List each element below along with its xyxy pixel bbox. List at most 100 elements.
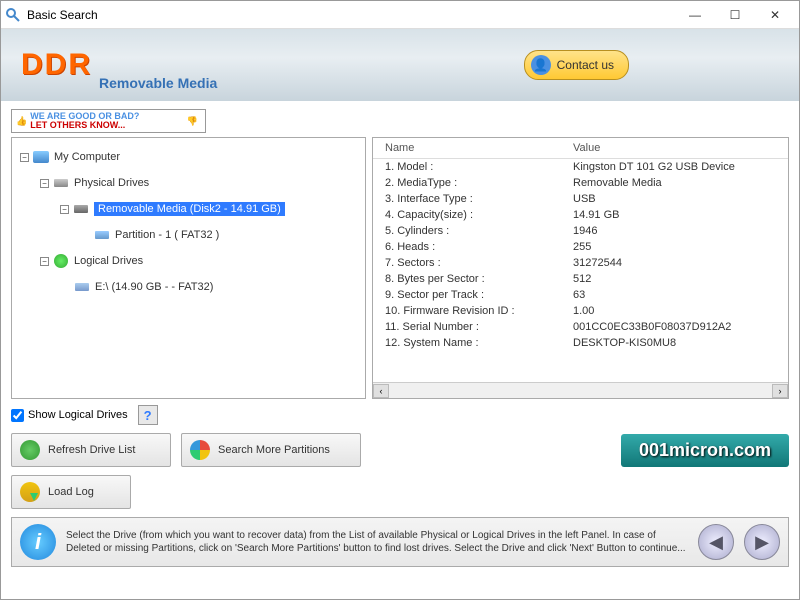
header-subtitle: Removable Media bbox=[99, 75, 217, 91]
prop-value: 255 bbox=[573, 241, 788, 253]
property-row[interactable]: 8. Bytes per Sector :512 bbox=[373, 271, 788, 287]
search-more-partitions-button[interactable]: Search More Partitions bbox=[181, 433, 361, 467]
back-button[interactable]: ◀ bbox=[698, 524, 734, 560]
tree-partition[interactable]: Partition - 1 ( FAT32 ) bbox=[94, 226, 357, 244]
button-label: Search More Partitions bbox=[218, 444, 330, 456]
tree-logical-drives[interactable]: − Logical Drives bbox=[40, 252, 357, 270]
property-row[interactable]: 4. Capacity(size) :14.91 GB bbox=[373, 207, 788, 223]
property-row[interactable]: 6. Heads :255 bbox=[373, 239, 788, 255]
prop-value: Removable Media bbox=[573, 177, 788, 189]
property-row[interactable]: 9. Sector per Track :63 bbox=[373, 287, 788, 303]
search-icon bbox=[190, 440, 210, 460]
load-log-button[interactable]: Load Log bbox=[11, 475, 131, 509]
prop-name: 9. Sector per Track : bbox=[385, 289, 573, 301]
prop-value: 001CC0EC33B0F08037D912A2 bbox=[573, 321, 788, 333]
feedback-line2: LET OTHERS KNOW... bbox=[30, 121, 139, 130]
property-row[interactable]: 7. Sectors :31272544 bbox=[373, 255, 788, 271]
properties-header: Name Value bbox=[373, 138, 788, 159]
arrow-left-icon: ◀ bbox=[709, 532, 723, 553]
logo-text: DDR bbox=[21, 48, 92, 82]
contact-us-button[interactable]: 👤 Contact us bbox=[524, 50, 629, 80]
person-icon: 👤 bbox=[531, 55, 551, 75]
prop-value: DESKTOP-KIS0MU8 bbox=[573, 337, 788, 349]
prop-name: 1. Model : bbox=[385, 161, 573, 173]
tree-label: My Computer bbox=[54, 151, 120, 163]
tree-label: Physical Drives bbox=[74, 177, 149, 189]
expander-icon[interactable]: − bbox=[40, 179, 49, 188]
drives-icon bbox=[53, 176, 69, 190]
show-logical-checkbox[interactable]: Show Logical Drives bbox=[11, 409, 128, 422]
volume-icon bbox=[74, 280, 90, 294]
footer-hint: i Select the Drive (from which you want … bbox=[11, 517, 789, 567]
usb-icon bbox=[73, 202, 89, 216]
drive-tree-panel: − My Computer − Physical Drives − R bbox=[11, 137, 366, 399]
tree-label: Removable Media (Disk2 - 14.91 GB) bbox=[94, 202, 285, 216]
checkbox-label: Show Logical Drives bbox=[28, 409, 128, 421]
property-row[interactable]: 11. Serial Number :001CC0EC33B0F08037D91… bbox=[373, 319, 788, 335]
expander-icon[interactable]: − bbox=[40, 257, 49, 266]
thumb-down-icon: 👎 bbox=[187, 116, 198, 127]
button-label: Load Log bbox=[48, 486, 94, 498]
prop-value: 14.91 GB bbox=[573, 209, 788, 221]
property-row[interactable]: 2. MediaType :Removable Media bbox=[373, 175, 788, 191]
prop-value: 1.00 bbox=[573, 305, 788, 317]
expander-icon[interactable]: − bbox=[20, 153, 29, 162]
prop-name: 6. Heads : bbox=[385, 241, 573, 253]
col-name[interactable]: Name bbox=[373, 142, 573, 154]
minimize-button[interactable]: — bbox=[675, 3, 715, 27]
refresh-drive-list-button[interactable]: Refresh Drive List bbox=[11, 433, 171, 467]
app-icon bbox=[5, 7, 21, 23]
next-button[interactable]: ▶ bbox=[744, 524, 780, 560]
window-title: Basic Search bbox=[27, 8, 675, 22]
properties-panel: Name Value 1. Model :Kingston DT 101 G2 … bbox=[372, 137, 789, 399]
load-icon bbox=[20, 482, 40, 502]
feedback-button[interactable]: 👍 WE ARE GOOD OR BAD? LET OTHERS KNOW...… bbox=[11, 109, 206, 133]
property-row[interactable]: 12. System Name :DESKTOP-KIS0MU8 bbox=[373, 335, 788, 351]
prop-name: 11. Serial Number : bbox=[385, 321, 573, 333]
prop-name: 10. Firmware Revision ID : bbox=[385, 305, 573, 317]
info-icon: i bbox=[20, 524, 56, 560]
prop-value: 63 bbox=[573, 289, 788, 301]
scroll-right-icon[interactable]: › bbox=[772, 384, 788, 398]
tree-label: E:\ (14.90 GB - - FAT32) bbox=[95, 281, 213, 293]
scroll-left-icon[interactable]: ‹ bbox=[373, 384, 389, 398]
logical-icon bbox=[53, 254, 69, 268]
property-row[interactable]: 5. Cylinders :1946 bbox=[373, 223, 788, 239]
prop-name: 12. System Name : bbox=[385, 337, 573, 349]
property-row[interactable]: 3. Interface Type :USB bbox=[373, 191, 788, 207]
titlebar: Basic Search — ☐ ✕ bbox=[1, 1, 799, 29]
tree-label: Logical Drives bbox=[74, 255, 143, 267]
footer-message: Select the Drive (from which you want to… bbox=[66, 529, 688, 555]
arrow-right-icon: ▶ bbox=[755, 532, 769, 553]
button-label: Refresh Drive List bbox=[48, 444, 135, 456]
tree-removable-media[interactable]: − Removable Media (Disk2 - 14.91 GB) bbox=[60, 200, 357, 218]
tree-label: Partition - 1 ( FAT32 ) bbox=[115, 229, 219, 241]
prop-name: 8. Bytes per Sector : bbox=[385, 273, 573, 285]
partition-icon bbox=[94, 228, 110, 242]
prop-name: 3. Interface Type : bbox=[385, 193, 573, 205]
horizontal-scrollbar[interactable]: ‹ › bbox=[373, 382, 788, 398]
property-row[interactable]: 1. Model :Kingston DT 101 G2 USB Device bbox=[373, 159, 788, 175]
computer-icon bbox=[33, 150, 49, 164]
watermark: 001micron.com bbox=[621, 434, 789, 467]
close-button[interactable]: ✕ bbox=[755, 3, 795, 27]
property-row[interactable]: 10. Firmware Revision ID :1.00 bbox=[373, 303, 788, 319]
prop-name: 7. Sectors : bbox=[385, 257, 573, 269]
prop-name: 2. MediaType : bbox=[385, 177, 573, 189]
checkbox-input[interactable] bbox=[11, 409, 24, 422]
prop-value: 31272544 bbox=[573, 257, 788, 269]
header-banner: DDR Removable Media 👤 Contact us bbox=[1, 29, 799, 101]
maximize-button[interactable]: ☐ bbox=[715, 3, 755, 27]
prop-value: Kingston DT 101 G2 USB Device bbox=[573, 161, 788, 173]
expander-icon[interactable]: − bbox=[60, 205, 69, 214]
prop-name: 4. Capacity(size) : bbox=[385, 209, 573, 221]
refresh-icon bbox=[20, 440, 40, 460]
tree-volume[interactable]: E:\ (14.90 GB - - FAT32) bbox=[74, 278, 357, 296]
tree-root[interactable]: − My Computer bbox=[20, 148, 357, 166]
prop-value: USB bbox=[573, 193, 788, 205]
help-button[interactable]: ? bbox=[138, 405, 158, 425]
tree-physical-drives[interactable]: − Physical Drives bbox=[40, 174, 357, 192]
col-value[interactable]: Value bbox=[573, 142, 788, 154]
prop-name: 5. Cylinders : bbox=[385, 225, 573, 237]
prop-value: 1946 bbox=[573, 225, 788, 237]
